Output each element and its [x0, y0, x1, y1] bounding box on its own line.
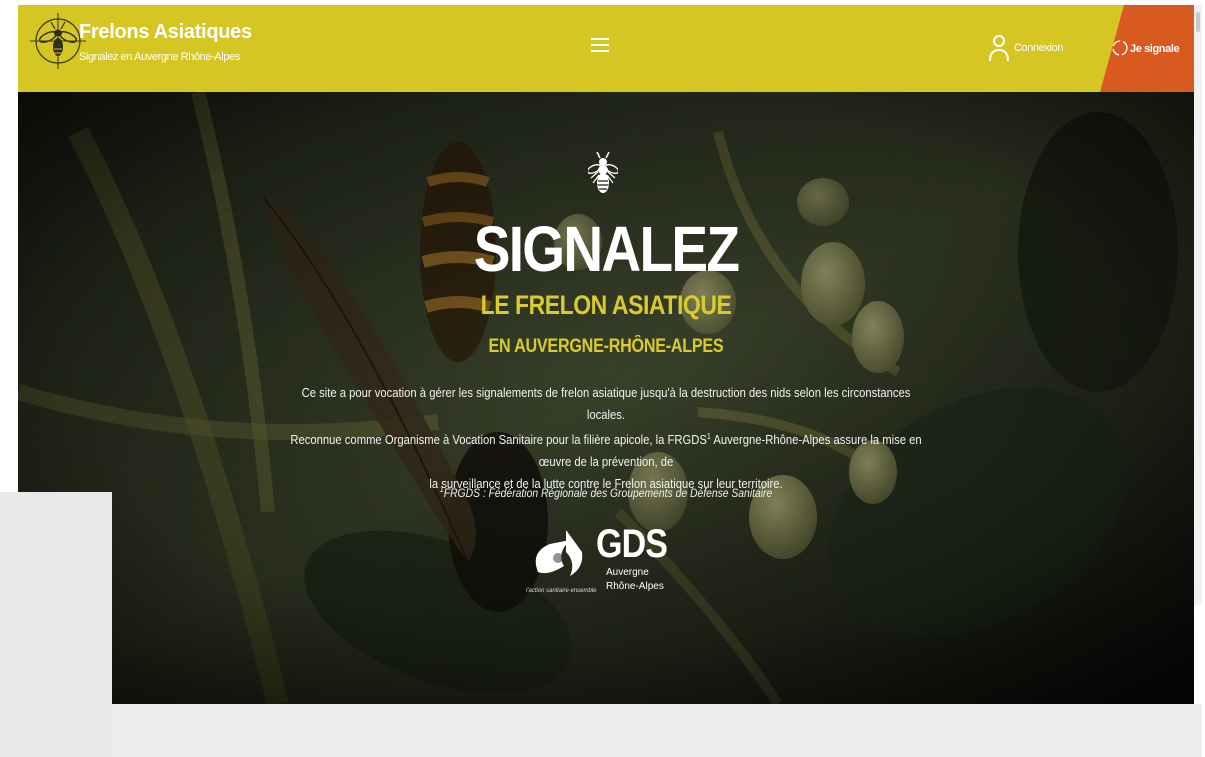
- brand-subtitle: Signalez en Auvergne Rhône-Alpes: [79, 51, 240, 63]
- hero-description: Ce site a pour vocation à gérer les sign…: [284, 382, 928, 495]
- gds-tagline: l'action sanitaire ensemble: [526, 588, 597, 594]
- page: Frelons Asiatiques Signalez en Auvergne …: [0, 0, 1205, 757]
- hero-desc-line2a: Reconnue comme Organisme à Vocation Sani…: [290, 433, 707, 448]
- hero-desc-line1: Ce site a pour vocation à gérer les sign…: [301, 386, 911, 422]
- hamburger-menu-icon[interactable]: [591, 36, 611, 54]
- hero-footnote: 1FRGDS : Fédération Régionale des Groupe…: [77, 485, 1135, 500]
- target-icon: [1112, 40, 1128, 56]
- gds-logo[interactable]: GDS Auvergne Rhône-Alpes l'action sanita…: [526, 522, 696, 612]
- login-label: Connexion: [1014, 42, 1063, 54]
- hero-headline: SIGNALEZ: [473, 213, 740, 285]
- site-header: Frelons Asiatiques Signalez en Auvergne …: [18, 5, 1194, 92]
- hero-subheadline: LE FRELON ASIATIQUE: [480, 290, 732, 320]
- hornet-icon: [588, 152, 618, 193]
- user-icon: [989, 35, 1009, 62]
- scrollbar[interactable]: [1194, 5, 1202, 605]
- gds-swirl-icon: [535, 530, 583, 576]
- brand-title[interactable]: Frelons Asiatiques: [79, 21, 252, 44]
- footnote-text: FRGDS : Fédération Régionale des Groupem…: [443, 487, 773, 500]
- gds-name: GDS: [596, 522, 668, 566]
- report-label: Je signale: [1130, 43, 1180, 55]
- report-button[interactable]: Je signale: [1100, 5, 1194, 92]
- gds-region-line2: Rhône-Alpes: [606, 581, 664, 592]
- gds-region-line1: Auvergne: [606, 567, 649, 578]
- bottom-band: [0, 704, 1202, 757]
- hero-banner: SIGNALEZ LE FRELON ASIATIQUE EN AUVERGNE…: [18, 92, 1194, 704]
- scrollbar-thumb[interactable]: [1196, 12, 1200, 32]
- hero-content: SIGNALEZ LE FRELON ASIATIQUE EN AUVERGNE…: [18, 92, 1194, 704]
- overlay-panel: [0, 492, 112, 757]
- hero-desc-line2: Reconnue comme Organisme à Vocation Sani…: [284, 426, 928, 473]
- hero-region: EN AUVERGNE-RHÔNE-ALPES: [488, 336, 724, 357]
